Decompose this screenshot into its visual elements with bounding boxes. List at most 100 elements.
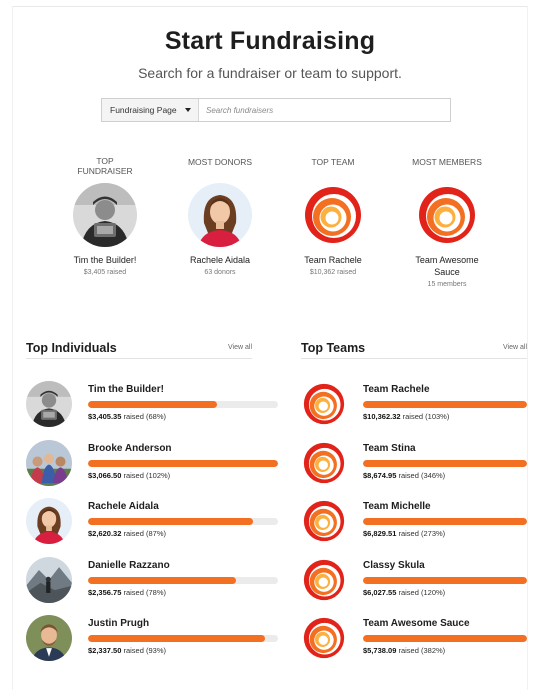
featured-name[interactable]: Rachele Aidala <box>170 254 270 266</box>
list-item-name[interactable]: Tim the Builder! <box>88 384 164 395</box>
featured-category: TOP TEAM <box>311 157 355 167</box>
list-item-name[interactable]: Team Awesome Sauce <box>363 618 470 629</box>
list-item-name[interactable]: Team Michelle <box>363 501 431 512</box>
featured-meta: $3,405 raised <box>83 269 127 276</box>
progress-bar <box>363 459 527 467</box>
raised-text: $6,829.51 raised (273%) <box>363 529 445 538</box>
featured-category: MOST MEMBERS <box>412 157 482 167</box>
left-divider <box>12 6 13 690</box>
list-item[interactable]: Tim the Builder! $3,405.35 raised (68%) <box>26 381 278 429</box>
progress-bar <box>363 518 527 525</box>
list-item-name[interactable]: Team Rachele <box>363 384 430 395</box>
avatar <box>26 498 72 544</box>
team-logo-icon <box>301 183 365 247</box>
featured-name[interactable]: Tim the Builder! <box>55 254 155 266</box>
list-item[interactable]: Justin Prugh $2,337.50 raised (93%) <box>26 615 278 663</box>
search-type-select[interactable]: Fundraising Page <box>102 99 199 121</box>
list-item[interactable]: Danielle Razzano $2,356.75 raised (78%) <box>26 556 278 605</box>
progress-bar <box>363 576 527 584</box>
featured-top-team[interactable]: TOP TEAM Team Rachele $10,362 raised <box>283 150 383 276</box>
raised-text: $2,620.32 raised (87%) <box>88 529 166 538</box>
list-item-name[interactable]: Rachele Aidala <box>88 501 159 512</box>
list-item-name[interactable]: Danielle Razzano <box>88 560 170 571</box>
team-logo-icon <box>415 183 479 247</box>
raised-amount: $6,027.55 <box>363 587 397 597</box>
raised-percent: raised (346%) <box>398 470 446 480</box>
team-logo-icon <box>301 440 347 486</box>
progress-bar <box>88 401 278 408</box>
raised-text: $3,066.50 raised (102%) <box>88 471 170 480</box>
raised-percent: raised (93%) <box>123 646 166 655</box>
list-item-name[interactable]: Brooke Anderson <box>88 443 172 454</box>
list-item[interactable]: Rachele Aidala $2,620.32 raised (87%) <box>26 498 278 546</box>
avatar <box>26 615 72 661</box>
progress-fill <box>363 401 527 408</box>
featured-most-donors[interactable]: MOST DONORS Rachele Aidala 63 donors <box>170 150 270 276</box>
team-logo-icon <box>301 557 347 603</box>
search-input[interactable] <box>199 99 450 121</box>
progress-fill <box>88 635 265 642</box>
avatar <box>26 556 72 603</box>
raised-text: $3,405.35 raised (68%) <box>88 412 166 421</box>
page-subtitle: Search for a fundraiser or team to suppo… <box>138 65 402 81</box>
list-item[interactable]: Classy Skula $6,027.55 raised (120%) <box>301 557 527 605</box>
avatar <box>26 439 72 486</box>
raised-text: $6,027.55 raised (120%) <box>363 588 445 597</box>
progress-fill <box>88 401 218 408</box>
featured-meta: 63 donors <box>204 269 236 276</box>
progress-bar <box>88 576 278 584</box>
list-item[interactable]: Team Awesome Sauce $5,738.09 raised (382%… <box>301 615 527 663</box>
avatar <box>73 183 137 247</box>
raised-percent: raised (120%) <box>398 587 446 597</box>
list-item[interactable]: Team Michelle $6,829.51 raised (273%) <box>301 498 527 546</box>
raised-amount: $2,337.50 <box>88 646 122 655</box>
featured-name[interactable]: Team Rachele <box>283 254 383 266</box>
progress-bar <box>363 401 527 408</box>
progress-fill <box>363 576 527 584</box>
raised-text: $2,337.50 raised (93%) <box>88 646 166 655</box>
raised-amount: $5,738.09 <box>363 646 397 655</box>
raised-amount: $2,620.32 <box>88 529 122 538</box>
featured-meta: $10,362 raised <box>309 269 357 276</box>
list-item[interactable]: Team Stina $8,674.95 raised (346%) <box>301 440 527 488</box>
raised-amount: $6,829.51 <box>363 529 397 538</box>
list-item[interactable]: Team Rachele $10,362.32 raised (103%) <box>301 381 527 429</box>
list-item-name[interactable]: Classy Skula <box>363 560 425 571</box>
raised-amount: $2,356.75 <box>88 587 122 597</box>
raised-text: $5,738.09 raised (382%) <box>363 646 445 655</box>
caret-down-icon <box>185 108 191 112</box>
featured-category: MOST DONORS <box>187 157 253 167</box>
raised-percent: raised (87%) <box>123 529 166 538</box>
view-all-teams-link[interactable]: View all <box>503 344 527 351</box>
team-logo-icon <box>301 381 347 427</box>
progress-fill <box>88 459 278 467</box>
team-logo-icon <box>301 498 347 544</box>
featured-most-members[interactable]: MOST MEMBERS Team Awesome Sauce 15 membe… <box>397 150 497 288</box>
view-all-individuals-link[interactable]: View all <box>228 344 252 351</box>
raised-percent: raised (273%) <box>398 529 446 538</box>
list-item-name[interactable]: Justin Prugh <box>88 618 149 629</box>
top-teams-header: Top Teams View all <box>301 339 527 359</box>
progress-bar <box>88 518 278 525</box>
progress-fill <box>363 518 527 525</box>
raised-text: $2,356.75 raised (78%) <box>88 588 166 597</box>
list-item[interactable]: Brooke Anderson $3,066.50 raised (102%) <box>26 439 278 488</box>
top-individuals-header: Top Individuals View all <box>26 339 252 359</box>
raised-amount: $8,674.95 <box>363 470 397 480</box>
featured-top-fundraiser[interactable]: TOP FUNDRAISER Tim the Builder! $3,405 r… <box>55 150 155 276</box>
progress-fill <box>88 518 254 525</box>
raised-text: $10,362.32 raised (103%) <box>363 412 449 421</box>
raised-amount: $10,362.32 <box>363 412 401 421</box>
avatar <box>26 381 72 427</box>
avatar <box>188 183 252 247</box>
progress-fill <box>363 635 527 642</box>
section-title: Top Individuals <box>26 341 117 355</box>
raised-percent: raised (68%) <box>123 412 166 421</box>
search-type-value: Fundraising Page <box>110 105 177 115</box>
raised-amount: $3,066.50 <box>88 470 122 480</box>
section-title: Top Teams <box>301 341 366 355</box>
featured-name[interactable]: Team Awesome Sauce <box>397 254 497 278</box>
list-item-name[interactable]: Team Stina <box>363 443 416 454</box>
raised-percent: raised (102%) <box>123 470 171 480</box>
featured-category: TOP FUNDRAISER <box>77 156 133 176</box>
